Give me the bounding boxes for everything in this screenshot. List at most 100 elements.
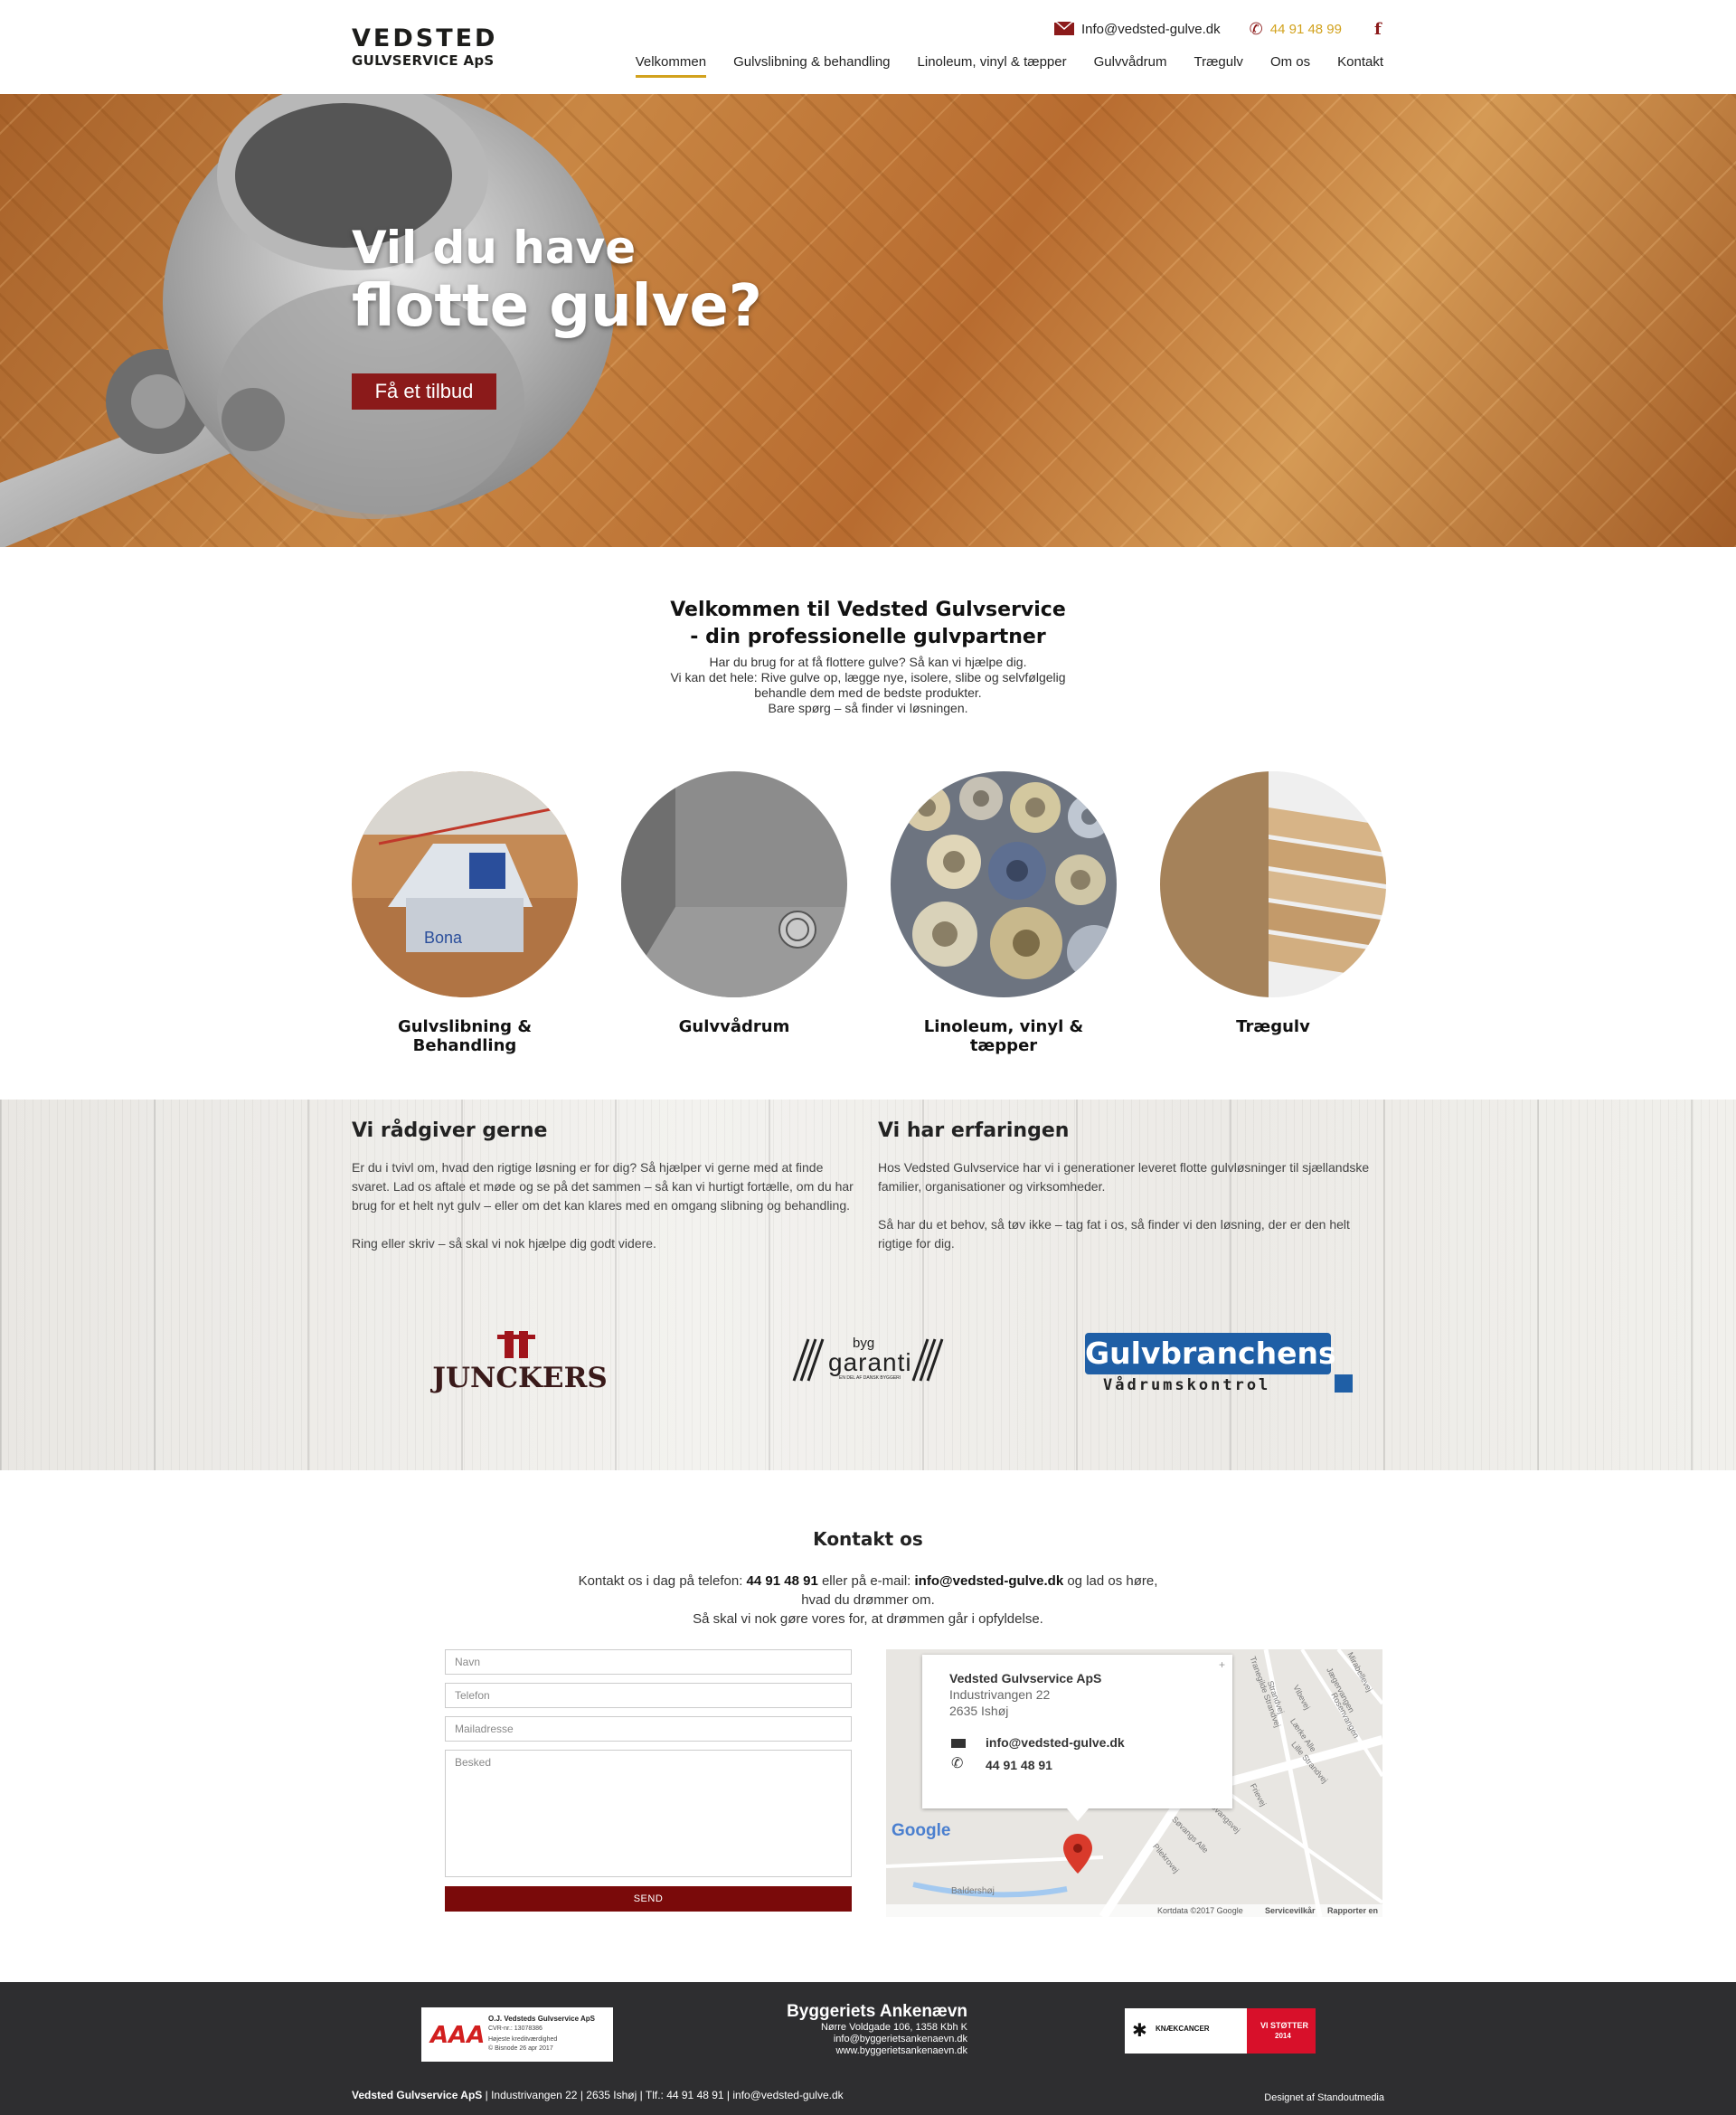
blue-square-mark: [1335, 1374, 1353, 1393]
map-credits: Kortdata ©2017 Google: [1157, 1906, 1243, 1915]
map-city: 2635 Ishøj: [949, 1704, 1009, 1718]
byggeriets-ankenaevn[interactable]: Byggeriets Ankenævn Nørre Voldgade 106, …: [769, 2002, 967, 2057]
contact-line2: hvad du drømmer om.: [801, 1592, 935, 1608]
top-contact-bar: Info@vedsted-gulve.dk ✆ 44 91 48 99 f: [1054, 18, 1382, 40]
header-email-link[interactable]: Info@vedsted-gulve.dk: [1054, 22, 1221, 37]
advice-column: Vi rådgiver gerne Er du i tvivl om, hvad…: [352, 1119, 858, 1272]
knaek-cancer-badge[interactable]: ✱ KNÆKCANCER VI STØTTER 2014: [1125, 2008, 1316, 2054]
wetroom-floor-image: [621, 771, 847, 997]
junckers-text: JUNCKERS: [432, 1362, 608, 1394]
contact-line3: Så skal vi nok gøre vores for, at drømme…: [693, 1611, 1043, 1627]
intro-section: Velkommen til Vedsted Gulvservice - din …: [0, 597, 1736, 716]
intro-line4: Bare spørg – så finder vi løsningen.: [768, 701, 968, 715]
map-phone: 44 91 48 91: [986, 1758, 1052, 1772]
logo-line2: GULVSERVICE ApS: [352, 52, 495, 69]
logo-line1: VEDSTED: [352, 24, 498, 52]
junckers-logo: JUNCKERS: [425, 1331, 615, 1394]
intro-line3: behandle dem med de bedste produkter.: [754, 685, 982, 700]
aaa-note2: © Bisnode 26 apr 2017: [488, 2045, 553, 2052]
vaadrumskontrol-text: Vådrumskontrol: [1103, 1376, 1271, 1394]
service-label: Gulvvådrum: [678, 1017, 790, 1036]
close-icon[interactable]: +: [1219, 1658, 1225, 1671]
info-section: Vi rådgiver gerne Er du i tvivl om, hvad…: [0, 1100, 1736, 1470]
send-button[interactable]: SEND: [445, 1886, 852, 1912]
map-company: Vedsted Gulvservice ApS: [949, 1671, 1102, 1685]
intro-text: Har du brug for at få flottere gulve? Så…: [0, 655, 1736, 716]
experience-paragraph-2: Så har du et behov, så tøv ikke – tag fa…: [878, 1217, 1350, 1251]
name-field[interactable]: Navn: [445, 1649, 852, 1675]
map-footer: Kortdata ©2017 Google Servicevilkår Rapp…: [886, 1904, 1382, 1917]
map-email: info@vedsted-gulve.dk: [986, 1735, 1125, 1750]
main-nav: Velkommen Gulvslibning & behandling Lino…: [635, 54, 1383, 78]
get-quote-button[interactable]: Få et tilbud: [352, 373, 496, 410]
google-logo: Google: [892, 1821, 951, 1840]
footer-company: Vedsted Gulvservice ApS: [352, 2089, 483, 2101]
experience-column: Vi har erfaringen Hos Vedsted Gulvservic…: [878, 1119, 1384, 1272]
nav-traegulv[interactable]: Trægulv: [1194, 54, 1242, 78]
email-field[interactable]: Mailadresse: [445, 1716, 852, 1742]
svg-text:Bona: Bona: [424, 929, 463, 947]
service-gulvvadrum[interactable]: Gulvvådrum: [621, 771, 847, 1036]
designer-credit[interactable]: Designet af Standoutmedia: [1264, 2092, 1384, 2103]
google-map[interactable]: Mirabellevej Jægervangen Rosenvangen Vib…: [886, 1649, 1382, 1917]
contact-phone[interactable]: 44 91 48 91: [747, 1573, 818, 1589]
phone-field[interactable]: Telefon: [445, 1683, 852, 1708]
header-phone-link[interactable]: ✆ 44 91 48 99: [1250, 20, 1342, 39]
byg-tagline: EN DEL AF DANSK BYGGERI: [839, 1375, 901, 1381]
header-email: Info@vedsted-gulve.dk: [1081, 21, 1221, 37]
facebook-icon[interactable]: f: [1374, 20, 1382, 39]
contact-email[interactable]: info@vedsted-gulve.dk: [915, 1573, 1064, 1589]
hero-title-line2: flotte gulve?: [352, 273, 762, 340]
message-field[interactable]: Besked: [445, 1750, 852, 1877]
gulvbranchens-text: Gulvbranchens: [1085, 1333, 1336, 1374]
header-phone: 44 91 48 99: [1269, 21, 1342, 37]
wood-planks-image: [1160, 771, 1386, 997]
map-terms-link[interactable]: Servicevilkår: [1265, 1906, 1316, 1915]
ankenaevn-email: info@byggerietsankenaevn.dk: [833, 2034, 967, 2044]
map-report-link[interactable]: Rapporter en: [1327, 1906, 1378, 1915]
nav-linoleum[interactable]: Linoleum, vinyl & tæpper: [918, 54, 1067, 78]
service-gulvslibning[interactable]: Bona Gulvslibning & Behandling: [352, 771, 578, 1055]
hero-banner: Vil du have flotte gulve? Få et tilbud: [0, 94, 1736, 547]
nav-om-os[interactable]: Om os: [1270, 54, 1310, 78]
service-label: Linoleum, vinyl & tæpper: [923, 1017, 1084, 1055]
aaa-cvr: CVR-nr.: 13078386: [488, 2025, 542, 2032]
intro-line1: Har du brug for at få flottere gulve? Så…: [709, 655, 1027, 669]
knaek-year: 2014: [1275, 2032, 1291, 2040]
aaa-rating-badge[interactable]: AAA O.J. Vedsteds Gulvservice ApS CVR-nr…: [421, 2007, 613, 2062]
service-linoleum[interactable]: Linoleum, vinyl & tæpper: [891, 771, 1117, 1055]
garanti-text: garanti: [828, 1348, 912, 1376]
aaa-note1: Højeste kreditværdighed: [488, 2036, 558, 2043]
ankenaevn-address: Nørre Voldgade 106, 1358 Kbh K: [820, 2022, 967, 2033]
intro-heading-line2: - din professionelle gulvpartner: [690, 626, 1046, 648]
intro-line2: Vi kan det hele: Rive gulve op, lægge ny…: [670, 670, 1066, 685]
sanding-machine-image: Bona: [352, 771, 578, 997]
knaek-text: KNÆKCANCER: [1156, 2025, 1210, 2033]
services-grid: Bona Gulvslibning & Behandling Gulvvådru…: [352, 771, 1386, 1055]
hero-title: Vil du have flotte gulve?: [352, 221, 762, 338]
nav-velkommen[interactable]: Velkommen: [635, 54, 707, 78]
site-logo[interactable]: VEDSTED GULVSERVICE ApS: [352, 24, 498, 70]
aaa-logo: AAA: [430, 2022, 486, 2049]
hero-title-line1: Vil du have: [352, 222, 637, 274]
contact-section: Kontakt os Kontakt os i dag på telefon: …: [0, 1528, 1736, 1629]
experience-heading: Vi har erfaringen: [878, 1119, 1070, 1142]
ankenaevn-web: www.byggerietsankenaevn.dk: [835, 2045, 967, 2056]
knaek-support: VI STØTTER: [1260, 2021, 1309, 2030]
footer-address: Vedsted Gulvservice ApS | Industrivangen…: [352, 2089, 844, 2101]
service-label: Trægulv: [1236, 1017, 1310, 1036]
intro-heading-line1: Velkommen til Vedsted Gulvservice: [670, 599, 1066, 621]
map-street: Industrivangen 22: [949, 1687, 1051, 1702]
site-header: VEDSTED GULVSERVICE ApS Info@vedsted-gul…: [0, 0, 1736, 94]
nav-gulvslibning[interactable]: Gulvslibning & behandling: [733, 54, 890, 78]
nav-kontakt[interactable]: Kontakt: [1337, 54, 1383, 78]
site-footer: AAA O.J. Vedsteds Gulvservice ApS CVR-nr…: [0, 1982, 1736, 2115]
contact-heading: Kontakt os: [813, 1528, 923, 1550]
phone-icon: ✆: [951, 1756, 964, 1771]
nav-gulvvadrum[interactable]: Gulvvådrum: [1094, 54, 1167, 78]
service-label: Gulvslibning & Behandling: [397, 1017, 533, 1055]
map-info-window: + Vedsted Gulvservice ApS Industrivangen…: [922, 1655, 1232, 1821]
experience-paragraph-1: Hos Vedsted Gulvservice har vi i generat…: [878, 1160, 1370, 1194]
service-traegulv[interactable]: Trægulv: [1160, 771, 1386, 1036]
knaek-red-panel: [1247, 2008, 1316, 2054]
